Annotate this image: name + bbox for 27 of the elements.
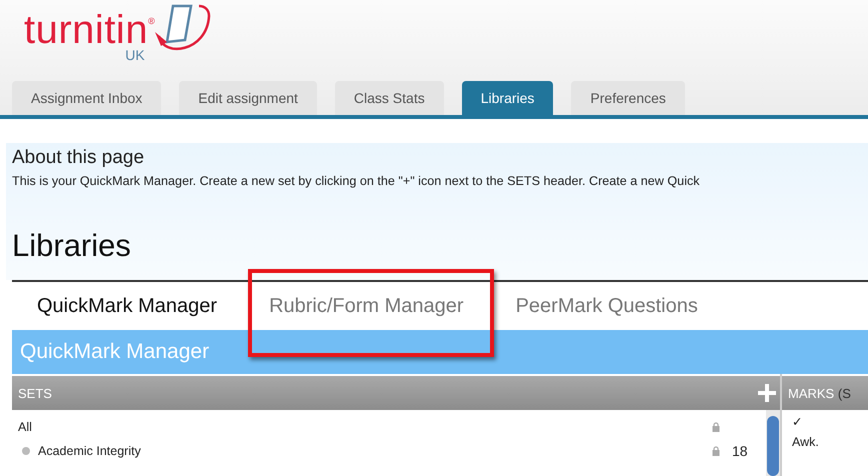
mark-item[interactable]: ✓ [782, 410, 868, 431]
library-tab[interactable]: Rubric/Form Manager [269, 294, 464, 318]
nav-tab[interactable]: Class Stats [334, 81, 444, 116]
set-count: 18 [732, 443, 749, 459]
marks-label: MARKS (S [788, 386, 851, 400]
add-icon[interactable] [757, 383, 777, 403]
logo-text: turnitin [24, 10, 148, 50]
library-tab[interactable]: QuickMark Manager [37, 294, 218, 318]
nav-tab[interactable]: Edit assignment [179, 81, 317, 116]
sets-label: SETS [18, 386, 52, 400]
set-row[interactable]: Academic Integrity 18 [12, 439, 762, 463]
set-name: All [18, 420, 32, 434]
scrollbar[interactable] [766, 410, 780, 476]
library-tab[interactable]: PeerMark Questions [516, 294, 698, 318]
nav-tab[interactable]: Assignment Inbox [12, 81, 162, 116]
about-text: This is your QuickMark Manager. Create a new set by clicking on the "+" icon next to the SETS header. Create a new Quick [12, 174, 701, 188]
panel-title: QuickMark Manager [12, 330, 868, 374]
about-title: About this page [12, 147, 146, 170]
set-name: Academic Integrity [38, 444, 141, 458]
nav-tab[interactable]: Preferences [571, 81, 685, 116]
set-row[interactable]: All [12, 415, 762, 439]
mark-item[interactable]: Awk. [782, 431, 868, 452]
bullet-icon [22, 447, 30, 455]
logo-region: UK [125, 48, 145, 62]
nav-tab[interactable]: Libraries [462, 81, 554, 116]
page-heading: Libraries [12, 228, 132, 264]
registered-mark: ® [148, 16, 155, 26]
